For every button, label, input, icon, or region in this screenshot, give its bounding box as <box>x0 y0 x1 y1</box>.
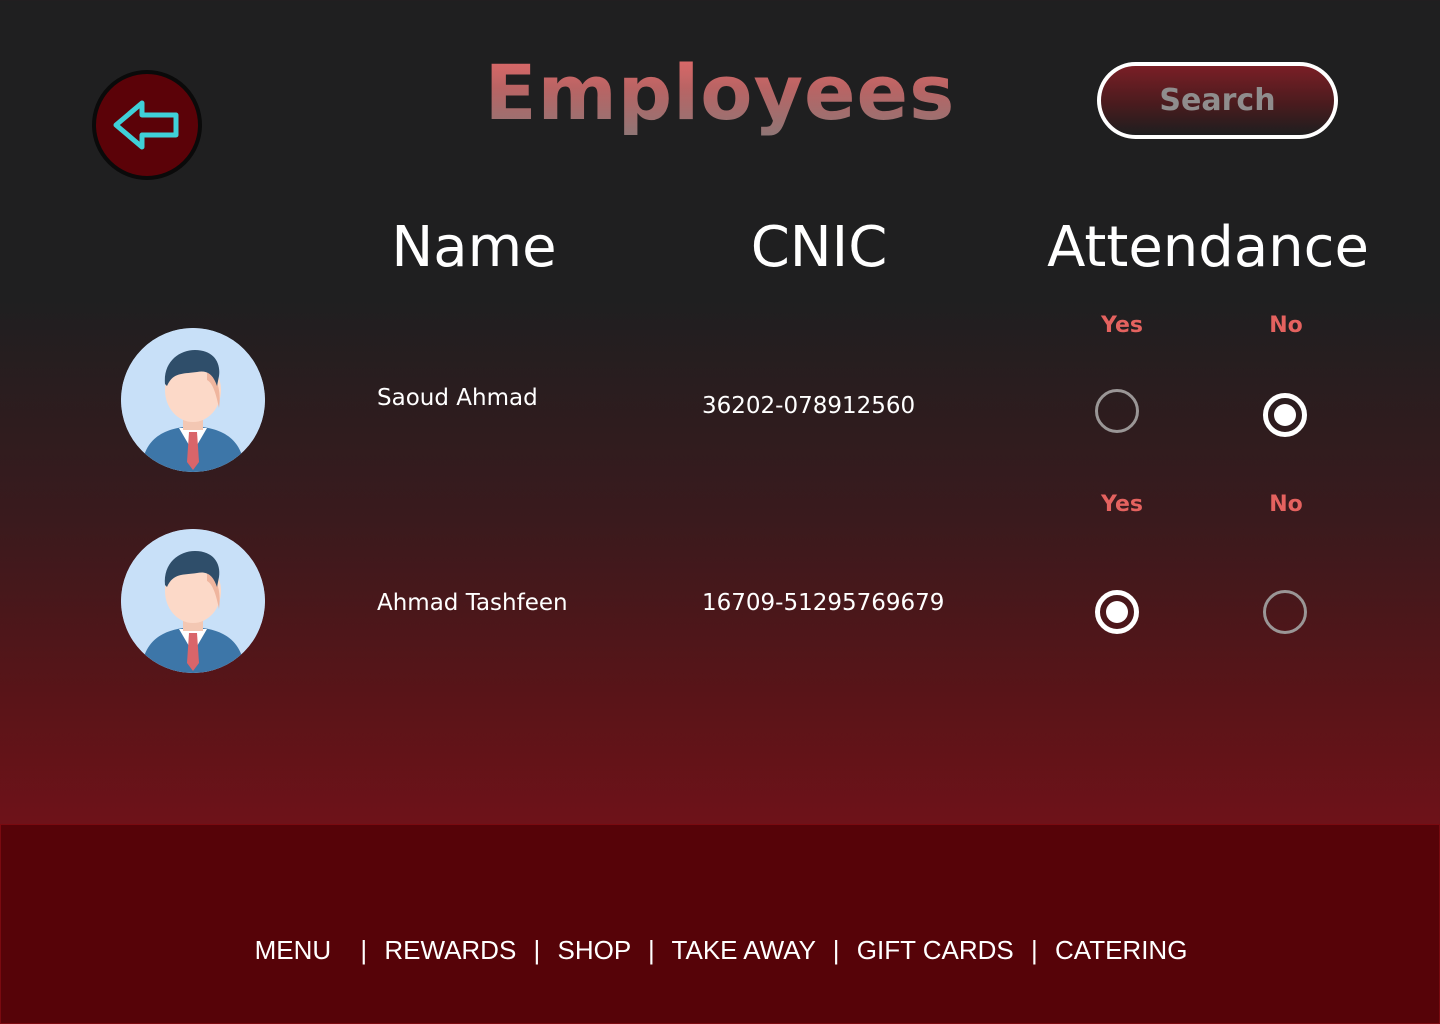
nav-link-gift-cards[interactable]: GIFT CARDS <box>857 935 1014 965</box>
nav-link-catering[interactable]: CATERING <box>1055 935 1187 965</box>
nav-link-take-away[interactable]: TAKE AWAY <box>672 935 816 965</box>
page-title: Employees <box>480 48 960 137</box>
radio-selected-dot <box>1106 601 1128 623</box>
employee-cnic: 16709-51295769679 <box>702 590 945 616</box>
employee-name: Ahmad Tashfeen <box>377 590 568 616</box>
attendance-yes-label: Yes <box>1101 313 1143 338</box>
employee-cnic: 36202-078912560 <box>702 393 916 419</box>
column-header-attendance: Attendance <box>1047 215 1369 280</box>
radio-selected-dot <box>1274 404 1296 426</box>
attendance-yes-radio[interactable] <box>1095 389 1139 433</box>
attendance-yes-radio[interactable] <box>1095 590 1139 634</box>
nav-separator: | <box>832 935 840 965</box>
employee-name: Saoud Ahmad <box>377 385 538 411</box>
employee-avatar <box>121 529 265 673</box>
nav-link-rewards[interactable]: REWARDS <box>384 935 516 965</box>
footer-nav: MENU | REWARDS | SHOP | TAKE AWAY | GIFT… <box>1 935 1440 966</box>
nav-separator: | <box>533 935 541 965</box>
employee-avatar <box>121 328 265 472</box>
column-header-name: Name <box>391 215 557 280</box>
businessman-avatar-icon <box>121 529 265 673</box>
attendance-no-radio[interactable] <box>1263 393 1307 437</box>
search-button[interactable]: Search <box>1097 62 1338 139</box>
attendance-yes-label: Yes <box>1101 492 1143 517</box>
businessman-avatar-icon <box>121 328 265 472</box>
nav-link-shop[interactable]: SHOP <box>558 935 631 965</box>
nav-separator: | <box>360 935 368 965</box>
nav-separator: | <box>1031 935 1038 965</box>
nav-separator: | <box>648 935 655 965</box>
back-button[interactable] <box>92 70 202 180</box>
attendance-no-label: No <box>1269 492 1303 517</box>
column-header-cnic: CNIC <box>750 215 888 280</box>
arrow-left-icon <box>113 100 179 150</box>
nav-link-menu[interactable]: MENU <box>255 935 332 965</box>
footer: MENU | REWARDS | SHOP | TAKE AWAY | GIFT… <box>0 824 1440 1024</box>
attendance-no-radio[interactable] <box>1263 590 1307 634</box>
attendance-no-label: No <box>1269 313 1303 338</box>
